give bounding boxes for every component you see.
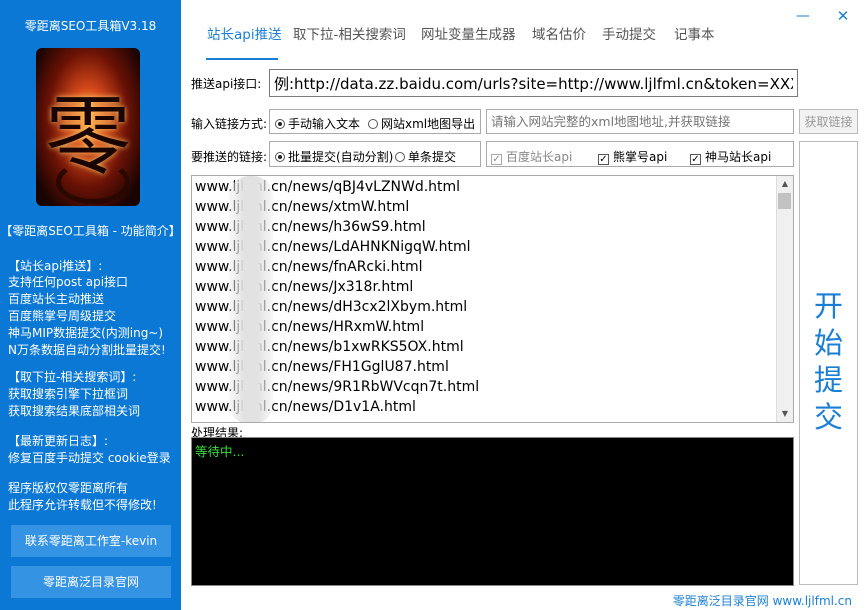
checkbox-label: 神马站长api — [705, 150, 772, 164]
result-status-text: 等待中... — [195, 444, 245, 459]
tab-domain-valuation[interactable]: 域名估价 — [532, 23, 586, 43]
start-char: 始 — [813, 326, 843, 360]
copyright-line: 此程序允许转载但不得修改! — [8, 498, 157, 512]
radio-empty-icon — [395, 152, 405, 162]
links-textarea[interactable]: www.ljlfml.cn/news/qBJ4vLZNWd.html www.l… — [191, 175, 794, 423]
input-mode-group: 手动输入文本 网站xml地图导出 — [269, 109, 481, 134]
checkbox-shenma-api[interactable]: ✓ 神马站长api — [690, 148, 771, 165]
copyright-line: 程序版权仅零距离所有 — [8, 481, 129, 495]
radio-label: 网站xml地图导出 — [381, 117, 476, 131]
close-icon[interactable]: ✕ — [833, 6, 853, 26]
radio-selected-icon — [275, 152, 285, 162]
tab-dropdown-keywords[interactable]: 取下拉-相关搜索词 — [293, 23, 406, 43]
result-console: 等待中... — [191, 437, 794, 586]
radio-label: 单条提交 — [408, 150, 457, 164]
footer-website-link[interactable]: 零距离泛目录官网 www.ljlfml.cn — [673, 592, 852, 609]
start-char: 交 — [813, 400, 843, 434]
section-api-line: 百度站长主动推送 — [8, 292, 105, 306]
tab-notepad[interactable]: 记事本 — [674, 23, 715, 43]
checkbox-label: 熊掌号api — [613, 150, 668, 164]
checkmark-icon: ✓ — [690, 154, 701, 165]
section-api-line: N万条数据自动分割批量提交! — [8, 343, 166, 357]
start-char: 开 — [813, 289, 843, 323]
section-dropdown-line: 获取搜索结果底部相关词 — [8, 404, 141, 418]
contact-button[interactable]: 联系零距离工作室-kevin — [11, 525, 171, 557]
website-button[interactable]: 零距离泛目录官网 — [11, 566, 171, 598]
scroll-thumb[interactable] — [778, 193, 791, 209]
tab-bar: 站长api推送 取下拉-相关搜索词 网址变量生成器 域名估价 手动提交 记事本 … — [181, 0, 866, 62]
radio-label: 手动输入文本 — [288, 117, 361, 131]
radio-manual-input[interactable]: 手动输入文本 — [275, 115, 360, 132]
scroll-up-icon[interactable]: ▲ — [777, 176, 793, 192]
api-label: 推送api接口: — [191, 77, 262, 91]
section-dropdown-header: 【取下拉-相关搜索词】: — [8, 370, 137, 384]
start-char: 提 — [813, 363, 843, 397]
scroll-down-icon[interactable]: ▼ — [777, 406, 793, 422]
push-mode-label: 要推送的链接: — [191, 150, 268, 164]
radio-selected-icon — [275, 119, 285, 129]
radio-label: 批量提交(自动分割) — [288, 150, 394, 164]
section-api-line: 百度熊掌号周级提交 — [8, 309, 117, 323]
start-submit-button[interactable]: 开 始 提 交 — [799, 141, 858, 585]
logo-swirl — [56, 160, 130, 204]
redaction-blur — [229, 176, 273, 422]
target-api-group: ✓ 百度站长api ✓ 熊掌号api ✓ 神马站长api — [486, 141, 794, 167]
fetch-links-button[interactable]: 获取链接 — [799, 109, 858, 134]
sidebar: 零距离SEO工具箱V3.18 零 【零距离SEO工具箱 - 功能简介】 【站长a… — [0, 0, 181, 610]
section-log-header: 【最新更新日志】: — [8, 434, 109, 448]
start-submit-label: 开 始 提 交 — [800, 288, 857, 436]
minimize-icon[interactable]: — — [793, 6, 813, 26]
checkbox-label: 百度站长api — [506, 150, 573, 164]
checkbox-baidu-api[interactable]: ✓ 百度站长api — [491, 148, 572, 165]
radio-batch-submit[interactable]: 批量提交(自动分割) — [275, 148, 393, 165]
tab-manual-submit[interactable]: 手动提交 — [602, 23, 656, 43]
app-title: 零距离SEO工具箱V3.18 — [24, 19, 157, 33]
section-log-line: 修复百度手动提交 cookie登录 — [8, 451, 171, 465]
tab-api-push[interactable]: 站长api推送 — [207, 23, 282, 43]
app-logo: 零 — [36, 48, 140, 206]
radio-single-submit[interactable]: 单条提交 — [395, 148, 456, 165]
checkmark-icon: ✓ — [491, 154, 502, 165]
section-dropdown-line: 获取搜索引擎下拉框词 — [8, 387, 129, 401]
link-line: www.ljlfml.cn/news/xtmW.html — [195, 199, 410, 215]
push-mode-group: 批量提交(自动分割) 单条提交 — [269, 141, 481, 167]
section-api-line: 神马MIP数据提交(内测ing~) — [8, 326, 164, 340]
radio-empty-icon — [368, 119, 378, 129]
vertical-scrollbar[interactable]: ▲ ▼ — [776, 176, 793, 422]
tab-url-generator[interactable]: 网址变量生成器 — [421, 23, 516, 43]
checkbox-xiongzhang-api[interactable]: ✓ 熊掌号api — [598, 148, 667, 165]
api-input[interactable] — [269, 69, 798, 97]
active-tab-indicator — [206, 58, 278, 60]
xml-sitemap-input[interactable] — [486, 109, 794, 134]
intro-title: 【零距离SEO工具箱 - 功能简介】 — [0, 224, 181, 238]
main-panel: 站长api推送 取下拉-相关搜索词 网址变量生成器 域名估价 手动提交 记事本 … — [181, 0, 866, 610]
section-api-line: 支持任何post api接口 — [8, 275, 129, 289]
section-api-header: 【站长api推送】: — [8, 259, 103, 273]
radio-xml-sitemap[interactable]: 网站xml地图导出 — [368, 115, 475, 132]
checkmark-icon: ✓ — [598, 154, 609, 165]
link-line: www.ljlfml.cn/news/Jx318r.html — [195, 279, 414, 295]
input-mode-label: 输入链接方式: — [191, 117, 268, 131]
